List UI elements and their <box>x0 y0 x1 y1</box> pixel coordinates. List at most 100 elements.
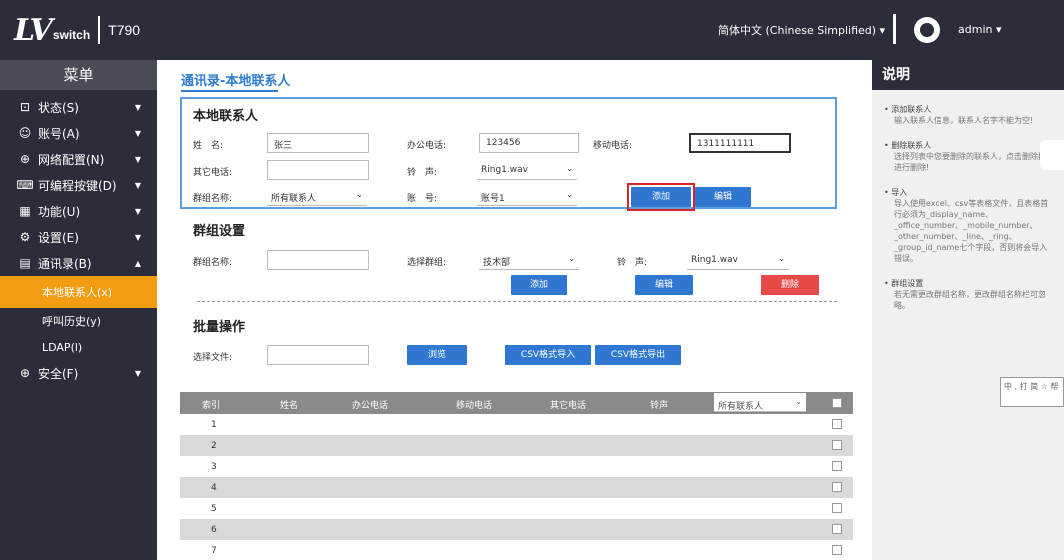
group-edit-button[interactable]: 编辑 <box>635 275 693 295</box>
account-select-value: 账号1 <box>481 194 505 204</box>
ime-toolbar[interactable]: 中 , 打 简 ☆ 帮 <box>1000 377 1064 407</box>
sidebar-item-network[interactable]: ⊕ 网络配置(N) ▼ <box>0 146 157 172</box>
file-input[interactable] <box>267 345 369 365</box>
help-item: • 群组设置 若无需更改群组名称，更改群组名称栏可忽略。 <box>884 278 1054 311</box>
table-row: 3 <box>180 456 853 477</box>
office-phone-input[interactable]: 123456 <box>479 133 579 153</box>
row-index: 5 <box>211 504 217 514</box>
chevron-down-icon: ⌄ <box>356 190 363 199</box>
help-item-desc: 导入使用excel、csv等表格文件，且表格首行必须为_display_name… <box>894 199 1049 263</box>
avatar[interactable] <box>914 17 940 43</box>
add-contact-button[interactable]: 添加 <box>631 187 691 207</box>
row-checkbox[interactable] <box>832 482 842 492</box>
select-group-label: 选择群组: <box>407 258 447 268</box>
language-selector[interactable]: 简体中文 (Chinese Simplified) ▾ <box>718 22 885 38</box>
user-menu[interactable]: admin ▾ <box>958 23 1001 36</box>
sidebar-sub-local-contacts[interactable]: 本地联系人(x) <box>0 276 157 308</box>
name-input[interactable]: 张三 <box>267 133 369 153</box>
col-index: 索引 <box>202 401 221 411</box>
sidebar-item-features[interactable]: ▦ 功能(U) ▼ <box>0 198 157 224</box>
row-checkbox[interactable] <box>832 503 842 513</box>
ring-label: 铃 声: <box>407 168 438 178</box>
group-add-button[interactable]: 添加 <box>511 275 567 295</box>
sidebar-item-phonebook[interactable]: ▤ 通讯录(B) ▲ <box>0 250 157 276</box>
ring-select-value: Ring1.wav <box>481 165 528 175</box>
row-checkbox[interactable] <box>832 461 842 471</box>
chevron-down-icon: ▼ <box>134 128 141 138</box>
group-settings-name-input[interactable] <box>267 250 369 270</box>
help-title: 说明 <box>872 60 1064 90</box>
floating-widget-icon[interactable] <box>1040 140 1064 170</box>
sidebar-item-label: 安全(F) <box>38 366 79 381</box>
chevron-down-icon: ▼ <box>134 368 141 378</box>
logo-mark: LV <box>14 12 53 48</box>
account-select[interactable]: 账号1 ⌄ <box>477 186 577 206</box>
table-filter-select[interactable]: 所有联系人 ⌄ <box>714 393 806 412</box>
chevron-up-icon: ▲ <box>134 258 141 268</box>
sidebar-item-label: 功能(U) <box>38 204 81 219</box>
office-phone-label: 办公电话: <box>407 141 447 151</box>
breadcrumb: 通讯录-本地联系人 <box>181 74 291 89</box>
chevron-down-icon: ▼ <box>134 232 141 242</box>
section-divider <box>197 301 837 302</box>
table-row: 1 <box>180 414 853 435</box>
group-select[interactable]: 所有联系人 ⌄ <box>267 186 367 206</box>
file-label: 选择文件: <box>193 353 233 363</box>
model-name: T790 <box>108 22 141 38</box>
row-index: 4 <box>211 483 217 493</box>
edit-contact-button[interactable]: 编辑 <box>695 187 751 207</box>
group-ring-select[interactable]: Ring1.wav ⌄ <box>687 250 789 270</box>
col-mobile: 移动电话 <box>456 401 493 411</box>
sidebar-item-account[interactable]: ☺ 账号(A) ▼ <box>0 120 157 146</box>
csv-import-button[interactable]: CSV格式导入 <box>505 345 591 365</box>
sidebar: 菜单 ⊡ 状态(S) ▼ ☺ 账号(A) ▼ ⊕ 网络配置(N) ▼ ⌨ 可编程按键(D) ▼ … <box>0 60 157 560</box>
main-content: 通讯录-本地联系人 本地联系人 姓 名: 张三 办公电话: 123456 移动电… <box>157 60 872 560</box>
chevron-down-icon: ▼ <box>134 102 141 112</box>
sidebar-title: 菜单 <box>0 60 157 90</box>
sidebar-item-settings[interactable]: ⚙ 设置(E) ▼ <box>0 224 157 250</box>
select-all-checkbox[interactable] <box>832 398 842 408</box>
row-checkbox[interactable] <box>832 524 842 534</box>
contacts-table: 索引 姓名 办公电话 移动电话 其它电话 铃声 所有联系人 ⌄ 1 2 3 4 5… <box>180 392 853 560</box>
row-checkbox[interactable] <box>832 545 842 555</box>
sidebar-item-label: 设置(E) <box>38 230 79 245</box>
name-label: 姓 名: <box>193 141 224 151</box>
ring-select[interactable]: Ring1.wav ⌄ <box>477 160 577 180</box>
group-select-value: 所有联系人 <box>271 194 317 204</box>
logo-divider <box>98 16 101 44</box>
sidebar-item-keys[interactable]: ⌨ 可编程按键(D) ▼ <box>0 172 157 198</box>
row-checkbox[interactable] <box>832 419 842 429</box>
group-ring-value: Ring1.wav <box>691 255 738 265</box>
help-item-title: • 导入 <box>884 188 908 197</box>
local-contact-title: 本地联系人 <box>193 109 259 124</box>
select-group-select[interactable]: 技术部 ⌄ <box>479 250 579 270</box>
col-other: 其它电话 <box>550 401 587 411</box>
user-icon <box>920 23 934 37</box>
group-name-label: 群组名称: <box>193 194 233 204</box>
sidebar-sub-call-history[interactable]: 呼叫历史(y) <box>0 308 157 334</box>
help-item-desc: 输入联系人信息，联系人名字不能为空! <box>894 116 1034 125</box>
group-delete-button[interactable]: 删除 <box>761 275 819 295</box>
help-list: • 添加联系人 输入联系人信息，联系人名字不能为空! • 删除联系人 选择列表中您要… <box>872 90 1064 311</box>
col-ring: 铃声 <box>650 401 669 411</box>
sidebar-item-status[interactable]: ⊡ 状态(S) ▼ <box>0 94 157 120</box>
table-header: 索引 姓名 办公电话 移动电话 其它电话 铃声 所有联系人 ⌄ <box>180 392 853 414</box>
row-index: 6 <box>211 525 217 535</box>
other-phone-input[interactable] <box>267 160 369 180</box>
sidebar-item-security[interactable]: ⊕ 安全(F) ▼ <box>0 360 157 386</box>
row-index: 2 <box>211 441 217 451</box>
sidebar-item-label: 网络配置(N) <box>38 152 105 167</box>
browse-button[interactable]: 浏览 <box>407 345 467 365</box>
chevron-down-icon: ⌄ <box>795 397 802 406</box>
csv-export-button[interactable]: CSV格式导出 <box>595 345 681 365</box>
group-ring-label: 铃 声: <box>617 258 648 268</box>
mobile-phone-input[interactable]: 1311111111 <box>689 133 791 153</box>
account-icon: ☺ <box>18 126 32 140</box>
table-row: 7 <box>180 540 853 560</box>
logo-switch-text: switch <box>52 28 91 42</box>
row-checkbox[interactable] <box>832 440 842 450</box>
sidebar-sub-ldap[interactable]: LDAP(l) <box>0 334 157 360</box>
help-item: • 添加联系人 输入联系人信息，联系人名字不能为空! <box>884 104 1054 126</box>
help-item-title: • 删除联系人 <box>884 141 932 150</box>
table-filter-value: 所有联系人 <box>718 402 764 412</box>
